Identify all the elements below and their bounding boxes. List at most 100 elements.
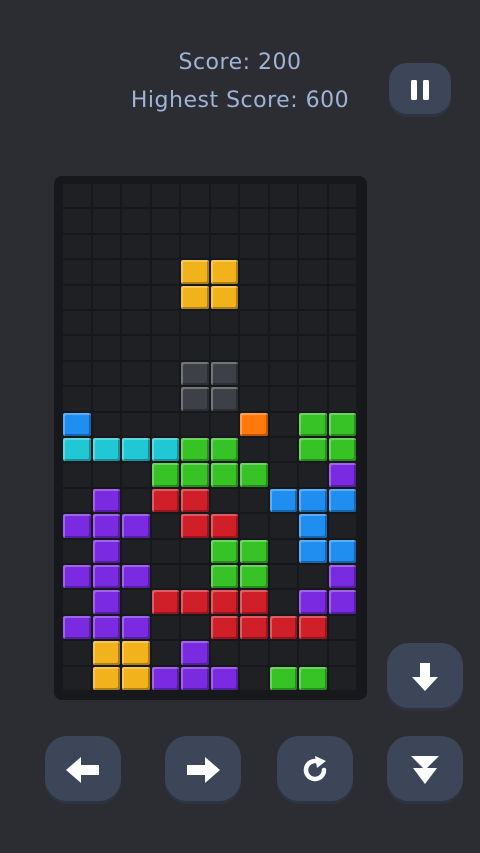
empty-cell [299,336,327,360]
move-right-button[interactable] [165,736,241,804]
empty-cell [269,361,297,386]
block [92,514,120,538]
empty-cell [151,412,179,436]
empty-cell [181,311,209,335]
block [122,438,150,462]
empty-cell [269,285,297,309]
block [122,514,150,538]
block [299,412,327,436]
empty-cell [299,565,327,589]
block [328,438,356,462]
block [299,539,327,563]
block [328,565,356,589]
block [151,438,179,462]
hard-drop-button[interactable] [387,736,463,804]
block [210,438,238,462]
empty-cell [122,260,150,284]
empty-cell [240,361,268,386]
block [151,463,179,487]
empty-cell [299,260,327,284]
empty-cell [181,539,209,563]
empty-cell [240,387,268,411]
block [181,463,209,487]
empty-cell [269,539,297,563]
empty-cell [328,285,356,309]
empty-cell [181,565,209,589]
empty-cell [269,412,297,436]
block [151,666,179,690]
block [328,590,356,614]
empty-cell [328,311,356,335]
empty-cell [210,234,238,259]
empty-cell [63,641,91,665]
block [210,514,238,538]
empty-cell [122,539,150,563]
block [63,514,91,538]
empty-cell [210,336,238,360]
empty-cell [151,336,179,360]
empty-cell [240,488,268,513]
block [299,514,327,538]
empty-cell [151,184,179,208]
empty-cell [210,184,238,208]
empty-cell [122,234,150,259]
empty-cell [122,209,150,233]
hard-drop-icon [411,756,439,784]
block [210,260,238,284]
empty-cell [328,361,356,386]
empty-cell [151,514,179,538]
block [63,412,91,436]
block [151,590,179,614]
block [181,438,209,462]
empty-cell [269,514,297,538]
empty-cell [122,285,150,309]
soft-drop-button[interactable] [387,643,463,711]
block [122,615,150,640]
block [122,641,150,665]
block [92,438,120,462]
block [269,666,297,690]
block [63,565,91,589]
pause-button[interactable] [389,63,451,117]
block [210,285,238,309]
empty-cell [63,234,91,259]
empty-cell [63,387,91,411]
block [122,565,150,589]
empty-cell [240,209,268,233]
empty-cell [240,234,268,259]
block [181,641,209,665]
empty-cell [269,311,297,335]
block [92,641,120,665]
block [151,488,179,513]
ghost-block [210,361,238,386]
empty-cell [299,234,327,259]
empty-cell [151,539,179,563]
block [92,615,120,640]
empty-cell [63,209,91,233]
block [63,438,91,462]
block [210,615,238,640]
empty-cell [151,641,179,665]
arrow-right-icon [187,757,220,783]
block [92,590,120,614]
block [328,412,356,436]
empty-cell [63,336,91,360]
empty-cell [63,361,91,386]
ghost-block [210,387,238,411]
empty-cell [240,260,268,284]
block [181,285,209,309]
empty-cell [269,641,297,665]
block [92,666,120,690]
block [299,438,327,462]
empty-cell [328,234,356,259]
empty-cell [240,336,268,360]
block [328,488,356,513]
empty-cell [92,285,120,309]
rotate-button[interactable] [277,736,353,804]
empty-cell [328,260,356,284]
empty-cell [269,336,297,360]
empty-cell [122,412,150,436]
move-left-button[interactable] [45,736,121,804]
block [299,615,327,640]
empty-cell [299,463,327,487]
